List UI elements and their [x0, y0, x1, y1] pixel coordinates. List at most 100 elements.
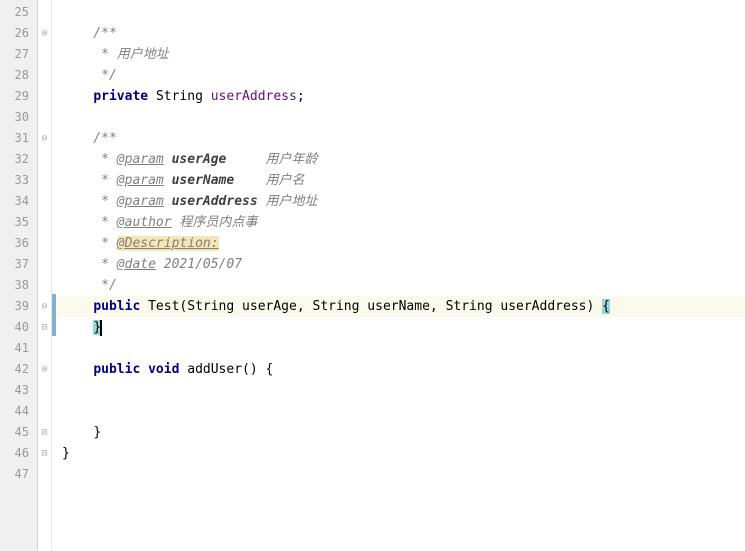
line-number: 30	[0, 107, 37, 128]
fold-toggle	[38, 212, 51, 233]
line-number: 33	[0, 170, 37, 191]
token-param: userAge	[172, 152, 227, 167]
token	[140, 299, 148, 314]
token	[62, 299, 93, 314]
line-number: 45	[0, 422, 37, 443]
token	[148, 89, 156, 104]
token-doctag: @param	[117, 152, 164, 167]
token-kw: private	[93, 89, 148, 104]
fold-toggle	[38, 170, 51, 191]
token-comment: 用户年龄	[226, 152, 317, 167]
line-number: 27	[0, 44, 37, 65]
code-line[interactable]: * @author 程序员内点事	[62, 212, 745, 233]
token	[203, 89, 211, 104]
token-method: addUser	[187, 362, 242, 377]
token-doctag: @author	[117, 215, 172, 230]
code-line[interactable]: * @date 2021/05/07	[62, 254, 745, 275]
token-comment: *	[62, 236, 117, 251]
fold-toggle	[38, 44, 51, 65]
token	[62, 362, 93, 377]
code-line[interactable]: * @param userName 用户名	[62, 170, 745, 191]
fold-toggle	[38, 107, 51, 128]
code-line[interactable]: }	[62, 422, 745, 443]
fold-toggle	[38, 149, 51, 170]
line-number: 39	[0, 296, 37, 317]
fold-toggle	[38, 254, 51, 275]
code-line[interactable]: */	[62, 275, 745, 296]
token: userAddress	[493, 299, 587, 314]
code-line[interactable]: }	[62, 317, 745, 338]
token-comment: */	[62, 278, 117, 293]
token-kw: public	[93, 362, 140, 377]
token-comment: 用户名	[234, 173, 304, 188]
fold-toggle[interactable]: ⊖	[38, 359, 51, 380]
token-type: String	[156, 89, 203, 104]
code-line[interactable]	[62, 380, 745, 401]
token-type: String	[446, 299, 493, 314]
token-doctag: @date	[117, 257, 156, 272]
token-comment: /**	[62, 26, 117, 41]
line-number: 47	[0, 464, 37, 485]
code-line[interactable]: * @param userAddress 用户地址	[62, 191, 745, 212]
token-comment: 2021/05/07	[156, 257, 242, 272]
fold-toggle	[38, 86, 51, 107]
token-comment: *	[62, 194, 117, 209]
token-doctag: @param	[117, 194, 164, 209]
fold-toggle[interactable]: ⊟	[38, 443, 51, 464]
token-comment: */	[62, 68, 117, 83]
code-line[interactable]: * @Description:	[62, 233, 745, 254]
fold-toggle	[38, 275, 51, 296]
code-line[interactable]: public void addUser() {	[62, 359, 745, 380]
fold-toggle	[38, 2, 51, 23]
token-comment: *	[62, 215, 117, 230]
token-punct: )	[586, 299, 602, 314]
fold-toggle[interactable]: ⊖	[38, 23, 51, 44]
code-line[interactable]: */	[62, 65, 745, 86]
fold-toggle[interactable]: ⊟	[38, 317, 51, 338]
token-param: userAddress	[172, 194, 258, 209]
token-doctag: @param	[117, 173, 164, 188]
code-line[interactable]	[62, 2, 745, 23]
fold-toggle	[38, 464, 51, 485]
token: userName	[359, 299, 429, 314]
code-line[interactable]: /**	[62, 128, 745, 149]
token-comment: * 用户地址	[62, 47, 169, 62]
fold-column[interactable]: ⊖⊖⊖⊟⊖⊟⊟	[38, 0, 52, 551]
token	[62, 320, 93, 335]
code-line[interactable]: public Test(String userAge, String userN…	[62, 296, 745, 317]
line-number: 35	[0, 212, 37, 233]
token-comment: *	[62, 173, 117, 188]
token-comment	[164, 194, 172, 209]
code-editor[interactable]: 2526272829303132333435363738394041424344…	[0, 0, 745, 551]
token-comment: 程序员内点事	[172, 215, 258, 230]
line-number: 40	[0, 317, 37, 338]
code-line[interactable]	[62, 107, 745, 128]
fold-toggle[interactable]: ⊟	[38, 422, 51, 443]
code-line[interactable]: * @param userAge 用户年龄	[62, 149, 745, 170]
token-comment: *	[62, 152, 117, 167]
code-line[interactable]	[62, 338, 745, 359]
code-line[interactable]	[62, 464, 745, 485]
code-line[interactable]: * 用户地址	[62, 44, 745, 65]
token-comment	[164, 173, 172, 188]
fold-toggle[interactable]: ⊖	[38, 128, 51, 149]
code-line[interactable]: /**	[62, 23, 745, 44]
line-number: 25	[0, 2, 37, 23]
token	[62, 89, 93, 104]
token-caret	[100, 320, 102, 336]
line-number-gutter: 2526272829303132333435363738394041424344…	[0, 0, 38, 551]
line-number: 31	[0, 128, 37, 149]
fold-toggle	[38, 401, 51, 422]
fold-toggle	[38, 233, 51, 254]
token-comment: *	[62, 257, 117, 272]
line-number: 42	[0, 359, 37, 380]
token-punct: ,	[297, 299, 313, 314]
code-line[interactable]: private String userAddress;	[62, 86, 745, 107]
code-line[interactable]: }	[62, 443, 745, 464]
code-line[interactable]	[62, 401, 745, 422]
token-comment: /**	[62, 131, 117, 146]
code-area[interactable]: /** * 用户地址 */ private String userAddress…	[56, 0, 745, 551]
fold-toggle[interactable]: ⊖	[38, 296, 51, 317]
token	[62, 425, 93, 440]
fold-toggle	[38, 65, 51, 86]
